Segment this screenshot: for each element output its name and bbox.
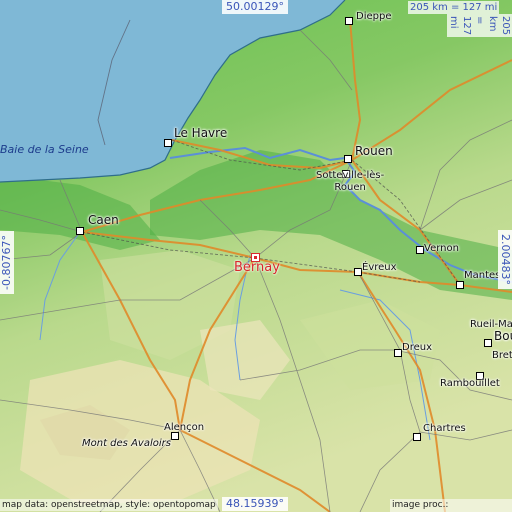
city-marker[interactable] (394, 349, 402, 357)
coord-east: 2.00483° (498, 230, 512, 289)
city-marker[interactable] (354, 268, 362, 276)
place-label-caen: Caen (88, 213, 119, 227)
place-label-mantes: Mantes (464, 270, 501, 281)
place-label-evreux: Évreux (362, 262, 397, 273)
map-view[interactable]: Baie de la Seine Dieppe Le Havre Rouen S… (0, 0, 512, 512)
place-label-dieppe: Dieppe (356, 11, 392, 22)
credit-right: image proc.: elevation.city (390, 499, 512, 512)
city-marker[interactable] (413, 433, 421, 441)
coord-west: -0.80767° (0, 231, 14, 294)
place-label-dreux: Dreux (402, 342, 432, 353)
place-label-le-havre: Le Havre (174, 126, 228, 140)
sea-label: Baie de la Seine (0, 143, 89, 156)
coord-south: 48.15939° (222, 497, 288, 511)
city-marker[interactable] (456, 281, 464, 289)
city-marker[interactable] (344, 155, 352, 163)
place-label-chartres: Chartres (423, 423, 466, 434)
place-label-rambouillet: Rambouillet (440, 378, 500, 389)
city-marker[interactable] (164, 139, 172, 147)
place-label-vernon: Vernon (424, 243, 459, 254)
city-marker[interactable] (484, 339, 492, 347)
city-marker[interactable] (416, 246, 424, 254)
scale-vertical: 205 km = 127 mi (447, 14, 512, 38)
place-label-bernay: Bernay (234, 260, 280, 275)
city-marker[interactable] (345, 17, 353, 25)
scale-horizontal: 205 km = 127 mi (408, 1, 500, 14)
place-label-bret: Bret (492, 350, 512, 361)
city-marker[interactable] (76, 227, 84, 235)
place-label-mont-avaloirs: Mont des Avaloirs (82, 438, 171, 449)
place-label-sotteville: Sotteville-lès- Rouen (316, 170, 385, 193)
coord-north: 50.00129° (222, 0, 288, 14)
credit-left: map data: openstreetmap, style: opentopo… (0, 499, 218, 511)
place-label-alencon: Alençon (164, 422, 205, 433)
place-label-rouen: Rouen (355, 144, 393, 158)
place-label-bou: Bou (494, 329, 512, 343)
